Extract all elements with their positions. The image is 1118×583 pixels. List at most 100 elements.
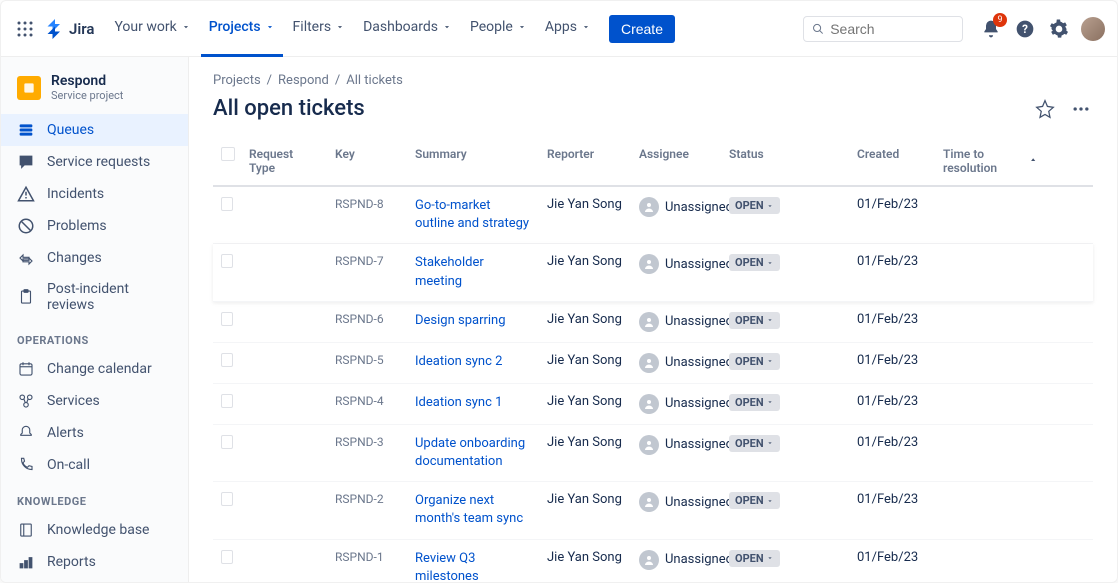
assignee-avatar (639, 435, 659, 455)
breadcrumb-item[interactable]: All tickets (346, 73, 403, 88)
table-row[interactable]: RSPND-1 Review Q3 milestones Jie Yan Son… (213, 540, 1093, 583)
breadcrumb-item[interactable]: Respond (278, 73, 329, 88)
search-input[interactable] (830, 21, 954, 37)
table-row[interactable]: RSPND-6 Design sparring Jie Yan Song Una… (213, 302, 1093, 343)
oncall-icon (17, 456, 35, 474)
reporter-name: Jie Yan Song (539, 197, 631, 212)
table-row[interactable]: RSPND-7 Stakeholder meeting Jie Yan Song… (213, 244, 1093, 301)
sidebar-item-service-requests[interactable]: Service requests (1, 146, 188, 178)
col-status[interactable]: Status (721, 143, 849, 179)
reporter-name: Jie Yan Song (539, 492, 631, 507)
ticket-key[interactable]: RSPND-8 (335, 197, 384, 211)
status-badge[interactable]: OPEN (729, 353, 780, 370)
chevron-down-icon (766, 439, 774, 447)
col-summary[interactable]: Summary (407, 143, 539, 179)
row-checkbox[interactable] (221, 435, 233, 449)
created-date: 01/Feb/23 (849, 394, 935, 409)
col-type[interactable]: Request Type (241, 143, 327, 179)
table-row[interactable]: RSPND-5 Ideation sync 2 Jie Yan Song Una… (213, 343, 1093, 384)
table-row[interactable]: RSPND-3 Update onboarding documentation … (213, 425, 1093, 482)
project-header[interactable]: Respond Service project (1, 73, 188, 114)
project-name: Respond (51, 73, 123, 89)
search-box[interactable] (803, 16, 963, 42)
nav-item-apps[interactable]: Apps (537, 1, 599, 57)
book-icon (17, 521, 35, 539)
top-nav: Jira Your workProjectsFiltersDashboardsP… (1, 1, 1117, 57)
sidebar-item-post-incident-reviews[interactable]: Post-incident reviews (1, 274, 188, 320)
settings-icon[interactable] (1047, 17, 1071, 41)
ticket-summary-link[interactable]: Organize next month's team sync (415, 492, 531, 528)
row-checkbox[interactable] (221, 353, 233, 367)
ticket-summary-link[interactable]: Ideation sync 2 (415, 353, 502, 371)
table-row[interactable]: RSPND-8 Go-to-market outline and strateg… (213, 187, 1093, 244)
ticket-summary-link[interactable]: Stakeholder meeting (415, 254, 531, 290)
jira-logo[interactable]: Jira (45, 19, 94, 39)
row-checkbox[interactable] (221, 197, 233, 211)
more-icon[interactable] (1069, 97, 1093, 121)
sidebar-item-change-calendar[interactable]: Change calendar (1, 353, 188, 385)
sidebar-item-label: Incidents (47, 186, 104, 202)
table-row[interactable]: RSPND-4 Ideation sync 1 Jie Yan Song Una… (213, 384, 1093, 425)
col-created[interactable]: Created (849, 143, 935, 179)
status-badge[interactable]: OPEN (729, 254, 780, 271)
sidebar-item-incidents[interactable]: Incidents (1, 178, 188, 210)
sidebar-item-services[interactable]: Services (1, 385, 188, 417)
sidebar-item-label: Queues (47, 122, 94, 138)
help-icon[interactable]: ? (1013, 17, 1037, 41)
row-checkbox[interactable] (221, 312, 233, 326)
sidebar-item-on-call[interactable]: On-call (1, 449, 188, 481)
sidebar-item-problems[interactable]: Problems (1, 210, 188, 242)
status-badge[interactable]: OPEN (729, 435, 780, 452)
sidebar-item-changes[interactable]: Changes (1, 242, 188, 274)
sidebar-item-queues[interactable]: Queues (1, 114, 188, 146)
nav-item-filters[interactable]: Filters (285, 1, 354, 57)
sidebar-item-knowledge-base[interactable]: Knowledge base (1, 514, 188, 546)
chevron-down-icon (517, 22, 527, 32)
status-badge[interactable]: OPEN (729, 312, 780, 329)
select-all-checkbox[interactable] (221, 147, 235, 161)
breadcrumb-item[interactable]: Projects (213, 73, 261, 88)
sidebar-item-reports[interactable]: Reports (1, 546, 188, 578)
nav-item-projects[interactable]: Projects (201, 1, 283, 57)
row-checkbox[interactable] (221, 254, 233, 268)
status-badge[interactable]: OPEN (729, 492, 780, 509)
row-checkbox[interactable] (221, 394, 233, 408)
ticket-key[interactable]: RSPND-1 (335, 550, 384, 564)
services-icon (17, 392, 35, 410)
app-switcher-icon[interactable] (13, 17, 37, 41)
sidebar-item-label: Changes (47, 250, 102, 266)
ticket-summary-link[interactable]: Ideation sync 1 (415, 394, 502, 412)
ticket-summary-link[interactable]: Design sparring (415, 312, 506, 330)
col-key[interactable]: Key (327, 143, 407, 179)
star-icon[interactable] (1033, 97, 1057, 121)
profile-avatar[interactable] (1081, 17, 1105, 41)
status-badge[interactable]: OPEN (729, 394, 780, 411)
ticket-summary-link[interactable]: Review Q3 milestones (415, 550, 531, 583)
col-assignee[interactable]: Assignee (631, 143, 721, 179)
notifications-icon[interactable]: 9 (979, 17, 1003, 41)
row-checkbox[interactable] (221, 550, 233, 564)
nav-item-people[interactable]: People (462, 1, 535, 57)
project-icon (17, 76, 41, 100)
assignee-avatar (639, 394, 659, 414)
sidebar-item-alerts[interactable]: Alerts (1, 417, 188, 449)
search-icon (812, 22, 824, 36)
ticket-key[interactable]: RSPND-7 (335, 254, 384, 268)
nav-item-your-work[interactable]: Your work (106, 1, 198, 57)
ticket-key[interactable]: RSPND-5 (335, 353, 384, 367)
nav-item-dashboards[interactable]: Dashboards (355, 1, 460, 57)
ticket-key[interactable]: RSPND-4 (335, 394, 384, 408)
ticket-summary-link[interactable]: Go-to-market outline and strategy (415, 197, 531, 233)
table-row[interactable]: RSPND-2 Organize next month's team sync … (213, 482, 1093, 539)
ticket-key[interactable]: RSPND-3 (335, 435, 384, 449)
col-reporter[interactable]: Reporter (539, 143, 631, 179)
chevron-down-icon (766, 497, 774, 505)
ticket-key[interactable]: RSPND-2 (335, 492, 384, 506)
ticket-key[interactable]: RSPND-6 (335, 312, 384, 326)
create-button[interactable]: Create (609, 15, 675, 43)
col-resolution[interactable]: Time to resolution (935, 143, 1045, 179)
ticket-summary-link[interactable]: Update onboarding documentation (415, 435, 531, 471)
status-badge[interactable]: OPEN (729, 550, 780, 567)
status-badge[interactable]: OPEN (729, 197, 780, 214)
row-checkbox[interactable] (221, 492, 233, 506)
